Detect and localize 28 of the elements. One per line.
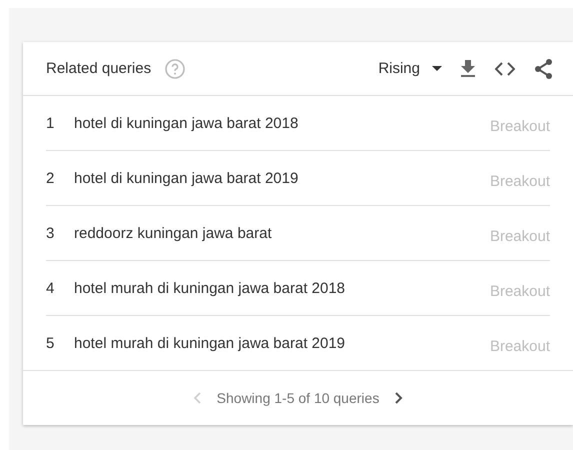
rank-number: 1 bbox=[46, 114, 56, 132]
next-page-button[interactable] bbox=[395, 392, 404, 404]
query-link[interactable]: reddoorz kuningan jawa barat bbox=[74, 224, 490, 242]
caret-icon bbox=[432, 66, 442, 71]
rank-number: 2 bbox=[46, 170, 56, 186]
pagination-text: Showing 1-5 of 10 queries bbox=[216, 390, 380, 406]
breakout-value: Breakout bbox=[490, 336, 550, 354]
rank-number: 5 bbox=[46, 334, 56, 352]
query-link[interactable]: hotel di kuningan jawa barat 2018 bbox=[74, 114, 490, 132]
chevron-left-icon bbox=[192, 392, 201, 404]
download-button[interactable] bbox=[460, 60, 476, 78]
query-link[interactable]: hotel di kuningan jawa barat 2019 bbox=[74, 170, 490, 186]
card-title: Related queries bbox=[46, 60, 152, 77]
query-link[interactable]: hotel murah di kuningan jawa barat 2019 bbox=[74, 334, 490, 352]
chevron-right-icon bbox=[395, 392, 404, 404]
breakout-value: Breakout bbox=[490, 282, 550, 300]
embed-button[interactable] bbox=[495, 62, 515, 76]
breakout-value: Breakout bbox=[490, 172, 550, 190]
code-icon bbox=[495, 62, 515, 76]
breakout-value: Breakout bbox=[490, 116, 550, 134]
breakout-value: Breakout bbox=[490, 226, 550, 244]
share-icon bbox=[534, 58, 553, 78]
download-icon bbox=[460, 60, 476, 78]
query-link[interactable]: hotel murah di kuningan jawa barat 2018 bbox=[74, 280, 490, 296]
rank-number: 3 bbox=[46, 224, 56, 242]
filter-dropdown[interactable]: Rising bbox=[378, 60, 442, 77]
rank-number: 4 bbox=[46, 280, 56, 296]
share-button[interactable] bbox=[534, 58, 553, 78]
